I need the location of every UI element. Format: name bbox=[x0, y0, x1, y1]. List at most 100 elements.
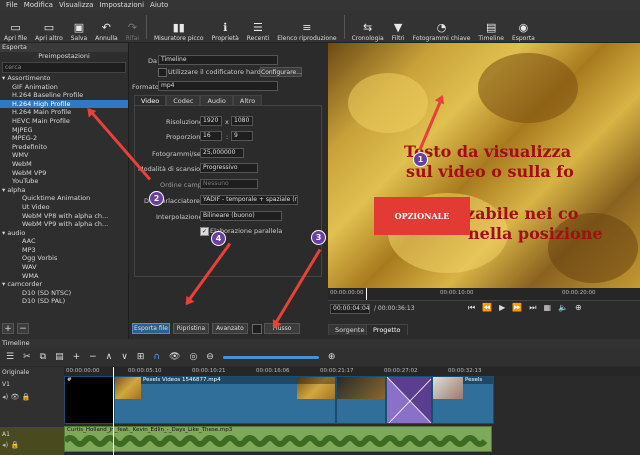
remove-icon[interactable]: − bbox=[89, 352, 97, 362]
preset-item[interactable]: Predefinito bbox=[0, 143, 128, 152]
zoom-in-icon[interactable]: ⊕ bbox=[328, 352, 336, 362]
preset-item[interactable]: Quicktime Animation bbox=[0, 194, 128, 203]
zoom-slider[interactable] bbox=[222, 355, 319, 359]
scan-mode-select[interactable]: Progressivo bbox=[200, 163, 258, 173]
zoom-icon[interactable]: ⊕ bbox=[575, 303, 582, 313]
fast-forward-icon[interactable]: ⏩ bbox=[512, 303, 522, 313]
video-clip[interactable]: Pexels bbox=[432, 376, 494, 424]
track-v1-controls[interactable]: ◂) 👁 🔒 bbox=[2, 393, 30, 401]
reset-button[interactable]: Ripristina bbox=[173, 323, 209, 334]
audio-clip[interactable]: Curtis_Holland_Jr._feat._Kevin_Edlin_-_D… bbox=[64, 426, 492, 452]
redo-button[interactable]: ↷ Rifai bbox=[122, 12, 143, 43]
transition-clip[interactable] bbox=[386, 376, 432, 424]
menu-edit[interactable]: Modifica bbox=[24, 1, 53, 9]
copy-icon[interactable]: ⧉ bbox=[40, 352, 46, 362]
overwrite-icon[interactable]: ∨ bbox=[121, 352, 128, 362]
add-preset-button[interactable]: + bbox=[2, 323, 14, 334]
preset-item[interactable]: Ogg Vorbis bbox=[0, 254, 128, 263]
advanced-button[interactable]: Avanzato bbox=[212, 323, 248, 334]
play-icon[interactable]: ▶ bbox=[499, 303, 505, 313]
configure-button[interactable]: Configurare... bbox=[260, 67, 302, 77]
cut-icon[interactable]: ✂ bbox=[23, 352, 31, 362]
menu-file[interactable]: File bbox=[6, 1, 18, 9]
resolution-height-input[interactable]: 1080 bbox=[231, 116, 253, 126]
scrub-icon[interactable]: 👁 bbox=[169, 352, 180, 362]
undo-button[interactable]: ↶ Annulla bbox=[91, 12, 122, 43]
video-clip[interactable]: Pexels Videos 1546877.mp4 bbox=[114, 376, 336, 424]
preset-item[interactable]: H.264 Main Profile bbox=[0, 108, 128, 117]
aspect-width-input[interactable]: 16 bbox=[200, 131, 222, 141]
tab-source[interactable]: Sorgente bbox=[328, 324, 372, 335]
preset-item[interactable]: D10 (SD PAL) bbox=[0, 297, 128, 306]
history-button[interactable]: ⇆ Cronologia bbox=[348, 12, 388, 43]
remove-preset-button[interactable]: − bbox=[17, 323, 29, 334]
skip-next-icon[interactable]: ⏭ bbox=[529, 303, 536, 313]
tab-project[interactable]: Progetto bbox=[366, 324, 408, 335]
rewind-icon[interactable]: ⏪ bbox=[482, 303, 492, 313]
preset-item[interactable]: WMV bbox=[0, 151, 128, 160]
skip-previous-icon[interactable]: ⏮ bbox=[468, 303, 475, 313]
preset-item[interactable]: YouTube bbox=[0, 177, 128, 186]
preset-item-selected[interactable]: H.264 High Profile bbox=[0, 99, 128, 109]
from-select[interactable]: Timeline bbox=[158, 55, 278, 65]
snap-icon[interactable]: ∩ bbox=[153, 352, 160, 362]
save-button[interactable]: ▣ Salva bbox=[67, 12, 91, 43]
preset-item[interactable]: WebM VP9 with alpha ch... bbox=[0, 220, 128, 229]
hardware-encoder-checkbox[interactable] bbox=[158, 68, 167, 77]
video-clip[interactable]: # bbox=[64, 376, 114, 424]
aspect-height-input[interactable]: 9 bbox=[231, 131, 253, 141]
parallel-processing-checkbox[interactable]: ✓ bbox=[200, 227, 209, 236]
video-clip[interactable] bbox=[336, 376, 386, 424]
properties-button[interactable]: ℹ Proprietà bbox=[208, 12, 243, 43]
preset-item[interactable]: AAC bbox=[0, 237, 128, 246]
field-order-select[interactable]: Nessuno bbox=[200, 179, 258, 189]
keyframes-button[interactable]: ◔ Fotogrammi chiave bbox=[409, 12, 475, 43]
fps-input[interactable]: 25,000000 bbox=[200, 148, 244, 158]
preset-item[interactable]: ▾ audio bbox=[0, 229, 128, 238]
volume-icon[interactable]: 🔈 bbox=[558, 303, 568, 313]
export-button[interactable]: ◉ Esporta bbox=[508, 12, 539, 43]
preset-item[interactable]: ▾ Assortimento bbox=[0, 74, 128, 83]
paste-icon[interactable]: ▤ bbox=[55, 352, 64, 362]
grid-icon[interactable]: ▦ bbox=[544, 303, 552, 313]
lift-icon[interactable]: ∧ bbox=[106, 352, 113, 362]
split-icon[interactable]: ⊞ bbox=[137, 352, 145, 362]
preset-item[interactable]: WebM VP9 bbox=[0, 169, 128, 178]
format-select[interactable]: mp4 bbox=[158, 81, 278, 91]
filters-button[interactable]: ▼ Filtri bbox=[388, 12, 409, 43]
preset-item[interactable]: HEVC Main Profile bbox=[0, 117, 128, 126]
preset-item[interactable]: WAV bbox=[0, 263, 128, 272]
track-a1-controls[interactable]: ◂) 🔒 bbox=[2, 441, 19, 449]
deinterlacer-select[interactable]: YADIF - temporale + spaziale (n bbox=[200, 195, 298, 205]
recent-button[interactable]: ☰ Recenti bbox=[243, 12, 273, 43]
menu-help[interactable]: Aiuto bbox=[150, 1, 168, 9]
append-icon[interactable]: + bbox=[73, 352, 81, 362]
playlist-button[interactable]: ≡ Elenco riproduzione bbox=[273, 12, 340, 43]
preset-item[interactable]: Ut Video bbox=[0, 203, 128, 212]
preset-item[interactable]: WebM bbox=[0, 160, 128, 169]
timeline-playhead[interactable] bbox=[113, 367, 114, 455]
playhead[interactable] bbox=[366, 288, 367, 300]
preset-item[interactable]: WebM VP8 with alpha ch... bbox=[0, 212, 128, 221]
menu-icon[interactable]: ☰ bbox=[6, 352, 14, 362]
peak-meter-button[interactable]: ▮▮ Misuratore picco bbox=[150, 12, 208, 43]
interpolation-select[interactable]: Bilineare (buono) bbox=[200, 211, 282, 221]
preset-item[interactable]: D10 (SD NTSC) bbox=[0, 289, 128, 298]
current-time-field[interactable]: 00:00:04:04 bbox=[330, 304, 370, 314]
timeline-ruler[interactable]: 00:00:00:00 00:00:05:10 00:00:10:21 00:0… bbox=[64, 367, 640, 376]
ripple-icon[interactable]: ◎ bbox=[189, 352, 197, 362]
preset-item[interactable]: MP3 bbox=[0, 246, 128, 255]
preset-item[interactable]: ▾ camcorder bbox=[0, 280, 128, 289]
menu-settings[interactable]: Impostazioni bbox=[99, 1, 144, 9]
preset-item[interactable]: GIF Animation bbox=[0, 83, 128, 92]
preset-item[interactable]: H.264 Baseline Profile bbox=[0, 91, 128, 100]
advanced-checkbox[interactable] bbox=[252, 324, 262, 334]
open-file-button[interactable]: ▭ Apri file bbox=[0, 12, 31, 43]
zoom-out-icon[interactable]: ⊖ bbox=[206, 352, 214, 362]
open-other-button[interactable]: ▭ Apri altro bbox=[31, 12, 67, 43]
timeline-button[interactable]: ▤ Timeline bbox=[474, 12, 508, 43]
preset-item[interactable]: WMA bbox=[0, 272, 128, 281]
export-file-button[interactable]: Esporta file bbox=[132, 323, 170, 334]
preset-item[interactable]: ▾ alpha bbox=[0, 186, 128, 195]
menu-view[interactable]: Visualizza bbox=[59, 1, 93, 9]
